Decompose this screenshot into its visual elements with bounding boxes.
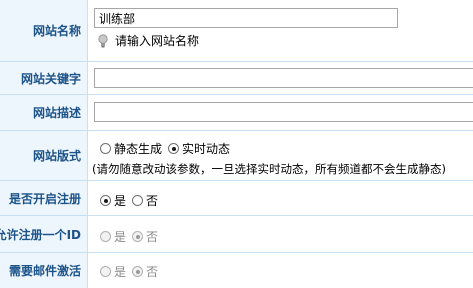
site-mode-cell: 静态生成 实时动态 (请勿随意改动该参数，一旦选择实时动态，所有频道都不会生成静…: [88, 131, 473, 180]
site-description-cell: [88, 95, 473, 130]
site-name-hint-text: 请输入网站名称: [115, 34, 200, 48]
site-description-input[interactable]: [94, 102, 473, 122]
row-site-keywords: 网站关键字: [0, 62, 473, 95]
enable-register-yes-label: 是: [114, 194, 127, 208]
allow-one-id-yes-radio[interactable]: [100, 231, 111, 242]
static-mode-label: 静态生成: [114, 142, 163, 156]
row-allow-one-id: 允许注册一个ID 是 否: [0, 216, 473, 253]
allow-one-id-options: 是 否: [100, 228, 162, 245]
require-email-cell: 是 否: [88, 253, 473, 288]
row-site-mode: 网站版式 静态生成 实时动态 (请勿随意改动该参数，一旦选择实时动态，所有频道都…: [0, 131, 473, 181]
enable-register-yes-radio[interactable]: [100, 195, 111, 206]
site-mode-options: 静态生成 实时动态: [100, 140, 234, 157]
require-email-no-radio[interactable]: [132, 266, 144, 277]
site-name-input[interactable]: [94, 8, 398, 28]
require-email-options: 是 否: [100, 263, 162, 280]
allow-one-id-cell: 是 否: [88, 216, 473, 252]
enable-register-label: 是否开启注册: [0, 181, 88, 215]
row-site-name: 网站名称 请输入网站名称: [0, 0, 473, 62]
enable-register-options: 是 否: [100, 192, 162, 209]
site-mode-note: (请勿随意改动该参数，一旦选择实时动态，所有频道都不会生成静态): [92, 162, 446, 176]
allow-one-id-yes-label: 是: [114, 230, 127, 244]
enable-register-no-radio[interactable]: [132, 195, 144, 206]
require-email-label: 需要邮件激活: [0, 253, 88, 288]
row-site-description: 网站描述: [0, 95, 473, 131]
allow-one-id-no-label: 否: [146, 230, 159, 244]
require-email-no-label: 否: [146, 265, 159, 279]
row-require-email: 需要邮件激活 是 否: [0, 253, 473, 288]
site-keywords-input[interactable]: [94, 68, 473, 88]
dynamic-mode-radio[interactable]: [168, 143, 180, 154]
dynamic-mode-label: 实时动态: [182, 142, 231, 156]
allow-one-id-no-radio[interactable]: [132, 231, 144, 242]
require-email-yes-label: 是: [114, 265, 127, 279]
site-keywords-cell: [88, 62, 473, 94]
row-enable-register: 是否开启注册 是 否: [0, 181, 473, 216]
enable-register-cell: 是 否: [88, 181, 473, 215]
site-keywords-label: 网站关键字: [0, 62, 88, 94]
require-email-yes-radio[interactable]: [100, 266, 111, 277]
enable-register-no-label: 否: [146, 194, 159, 208]
allow-one-id-label: 允许注册一个ID: [0, 216, 88, 252]
site-mode-label: 网站版式: [0, 131, 88, 180]
site-name-cell: 请输入网站名称: [88, 0, 473, 61]
site-name-hint: 请输入网站名称: [98, 32, 199, 49]
site-description-label: 网站描述: [0, 95, 88, 130]
static-mode-radio[interactable]: [100, 143, 111, 154]
site-name-label: 网站名称: [0, 0, 88, 61]
lightbulb-icon: [98, 33, 108, 48]
